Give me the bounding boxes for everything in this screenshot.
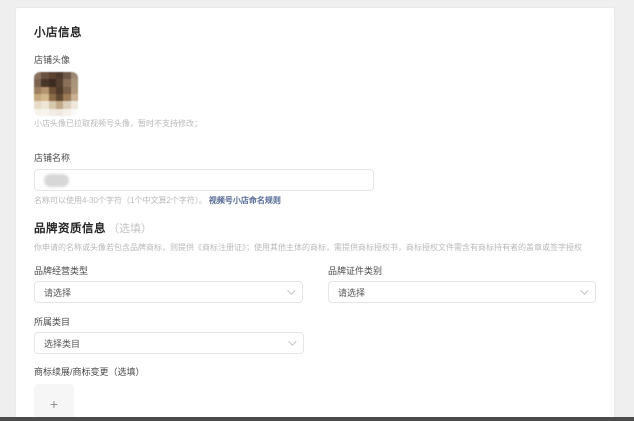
- brand-section-title: 品牌资质信息: [34, 220, 106, 236]
- brand-section-optional-tag: （选填）: [108, 220, 152, 236]
- shop-name-note-text: 名称可以使用4-30个字符（1个中文算2个字符）。: [34, 196, 207, 205]
- window-bottom-border: [0, 417, 634, 421]
- avatar-label: 店铺头像: [34, 55, 596, 66]
- brand-section-description: 你申请的名称或头像若包含品牌商标，则提供《商标注册证》；使用其他主体的商标，需提…: [34, 243, 596, 253]
- brand-type-placeholder: 请选择: [44, 286, 71, 299]
- shop-avatar-image: [34, 72, 78, 116]
- cert-type-label: 品牌证件类别: [328, 266, 596, 277]
- chevron-down-icon: [580, 286, 588, 294]
- category-select[interactable]: 选择类目: [34, 332, 304, 354]
- shop-name-note: 名称可以使用4-30个字符（1个中文算2个字符）。视频号小店命名规则: [34, 196, 596, 206]
- brand-selects-row: 品牌经营类型 请选择 品牌证件类别 请选择: [34, 266, 596, 303]
- avatar-note: 小店头像已拉取视频号头像，暂时不支持修改；: [34, 119, 596, 129]
- brand-section-header: 品牌资质信息 （选填）: [34, 220, 596, 236]
- category-placeholder: 选择类目: [44, 337, 80, 350]
- trademark-upload-button[interactable]: +: [34, 384, 74, 421]
- chevron-down-icon: [288, 337, 296, 345]
- brand-type-label: 品牌经营类型: [34, 266, 303, 277]
- naming-rules-link[interactable]: 视频号小店命名规则: [209, 196, 281, 205]
- cert-type-select[interactable]: 请选择: [328, 281, 596, 303]
- shop-name-input[interactable]: [34, 169, 374, 191]
- redacted-shop-name-value: [44, 174, 69, 187]
- plus-icon: +: [50, 397, 58, 411]
- trademark-label: 商标续展/商标变更（选填）: [34, 367, 596, 378]
- chevron-down-icon: [287, 286, 295, 294]
- cert-type-placeholder: 请选择: [338, 286, 365, 299]
- category-label: 所属类目: [34, 317, 596, 328]
- page-title: 小店信息: [34, 24, 596, 40]
- brand-type-select[interactable]: 请选择: [34, 281, 303, 303]
- shop-name-label: 店铺名称: [34, 153, 596, 164]
- shop-info-card: 小店信息 店铺头像 小店头像已拉取视频号头像，暂时不支持修改； 店铺名称 名称可…: [15, 7, 615, 421]
